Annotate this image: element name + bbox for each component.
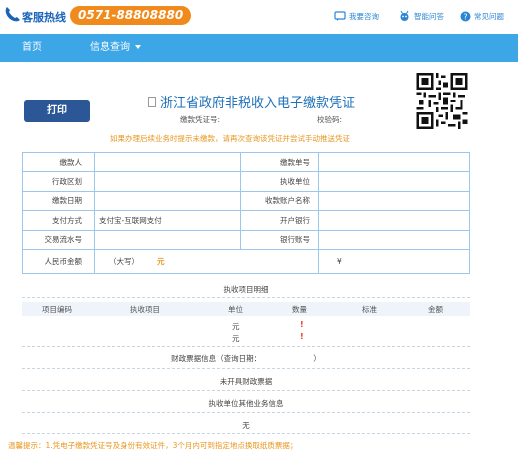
payment-method-value: 支付宝-互联网支付 [94, 210, 241, 231]
collecting-unit-value [318, 171, 470, 192]
bank-value [318, 210, 470, 231]
table-row: 支付方式 支付宝-互联网支付 开户银行 [22, 210, 470, 231]
payment-order-value [318, 151, 470, 173]
robot-icon [400, 10, 409, 21]
account-name-value [318, 190, 470, 212]
page-title: 浙江省政府非税收入电子缴款凭证 [148, 92, 355, 111]
fiscal-receipt-info: 财政票据信息（查询日期： ） [22, 353, 470, 364]
other-info-title: 执收单位其他业务信息 [208, 399, 284, 408]
top-bar: 客服热线 0571-88808880 我要咨询 智能问答 ? 常见问题 [0, 0, 518, 32]
faq-link[interactable]: ? 常见问题 [460, 8, 504, 24]
divider [22, 412, 470, 413]
col-amount: 金额 [428, 305, 443, 314]
table-row: 缴款日期 收款账户名称 [22, 190, 470, 212]
document-icon [148, 96, 156, 107]
main-nav: 首页 信息查询 [0, 34, 518, 62]
svg-text:?: ? [463, 12, 467, 21]
amount-capital-cell: （大写） 元 [94, 248, 319, 274]
consult-link[interactable]: 我要咨询 [334, 8, 379, 24]
reminder-text: 温馨提示：1.凭电子缴款凭证号及身份有效证件，3个月内可到指定地点换取纸质票据； [8, 441, 298, 450]
amount-row: 人民币金额 （大写） 元 ¥ [22, 248, 470, 274]
item-unit: 元 [232, 322, 240, 331]
payer-value [94, 151, 241, 173]
region-label: 行政区划 [22, 171, 95, 192]
phone-icon [5, 7, 20, 22]
smart-qa-link[interactable]: 智能问答 [398, 8, 444, 24]
col-item-code: 项目编码 [42, 305, 72, 314]
consult-link-label: 我要咨询 [349, 11, 379, 21]
payment-info-table: 缴款人 缴款单号 行政区划 执收单位 缴款日期 收款账户名称 支付方式 支付宝-… [22, 151, 470, 274]
table-row: 交易流水号 银行账号 [22, 229, 470, 250]
page-title-text: 浙江省政府非税收入电子缴款凭证 [160, 96, 356, 111]
question-icon: ? [460, 11, 471, 21]
divider [22, 297, 470, 298]
col-standard: 标准 [362, 305, 377, 314]
transaction-no-value [94, 229, 241, 250]
items-header: 项目编码 执收项目 单位 数量 标准 金额 [22, 302, 470, 316]
print-button[interactable]: 打印 [24, 100, 90, 122]
col-quantity: 数量 [292, 305, 307, 314]
table-row: 缴款人 缴款单号 [22, 151, 470, 173]
yen-symbol: ¥ [337, 256, 342, 266]
no-receipt-text: 未开具财政票据 [219, 377, 273, 386]
qr-code-icon [416, 73, 468, 129]
fiscal-receipt-close: ） [313, 354, 321, 363]
col-unit: 单位 [228, 305, 243, 314]
account-name-label: 收款账户名称 [240, 190, 319, 212]
payment-order-label: 缴款单号 [240, 151, 319, 173]
verify-code-label: 校验码: [317, 115, 343, 124]
nav-home[interactable]: 首页 [22, 34, 42, 62]
faq-link-label: 常见问题 [474, 11, 504, 21]
divider [22, 433, 470, 434]
amount-capital-label: （大写） [109, 256, 139, 266]
amount-label: 人民币金额 [22, 248, 95, 274]
payment-date-value [94, 190, 241, 212]
bank-label: 开户银行 [240, 210, 319, 231]
payment-date-label: 缴款日期 [22, 190, 95, 212]
hotline-number: 0571-88808880 [70, 6, 192, 25]
amount-yen-cell: ¥ [318, 248, 470, 274]
item-unit: 元 [232, 334, 240, 343]
region-value [94, 171, 241, 192]
bank-account-value [318, 229, 470, 250]
other-info-none: 无 [242, 421, 250, 430]
amount-unit: 元 [157, 256, 165, 266]
hotline-label: 客服热线 [22, 11, 66, 24]
items-title: 执收项目明细 [223, 285, 269, 294]
divider [22, 346, 470, 347]
payer-label: 缴款人 [22, 151, 95, 173]
divider [22, 368, 470, 369]
chat-icon [334, 10, 346, 21]
bank-account-label: 银行账号 [240, 229, 319, 250]
item-quantity: ! [300, 320, 304, 329]
cert-no-label: 缴款凭证号: [180, 115, 221, 124]
warning-notice: 如果办理后续业务时提示未缴款，请再次查询该凭证并尝试手动推送凭证 [110, 134, 350, 143]
fiscal-receipt-title: 财政票据信息（查询日期： [171, 354, 258, 363]
col-item-name: 执收项目 [130, 305, 160, 314]
nav-info-query-label: 信息查询 [90, 42, 130, 53]
smart-qa-link-label: 智能问答 [414, 11, 444, 21]
chevron-down-icon [135, 45, 141, 49]
collecting-unit-label: 执收单位 [240, 171, 319, 192]
item-quantity: ! [300, 332, 304, 341]
divider [22, 390, 470, 391]
payment-method-label: 支付方式 [22, 210, 95, 231]
transaction-no-label: 交易流水号 [22, 229, 95, 250]
nav-info-query[interactable]: 信息查询 [90, 34, 141, 62]
table-row: 行政区划 执收单位 [22, 171, 470, 192]
